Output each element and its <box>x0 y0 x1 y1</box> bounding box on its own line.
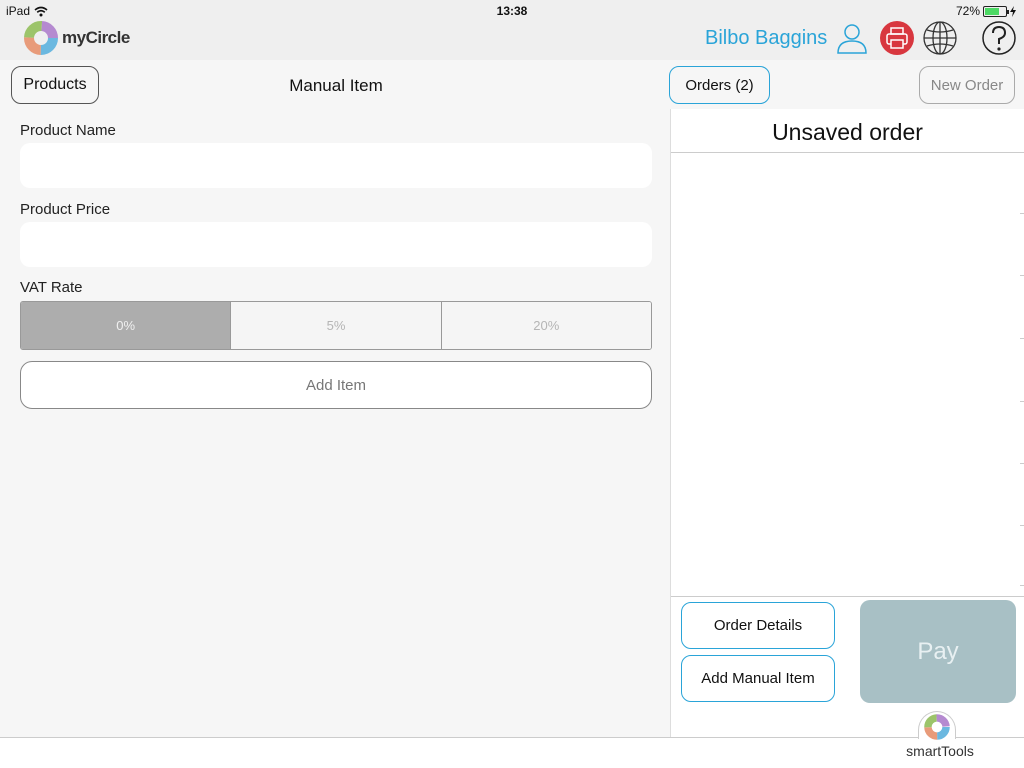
row-separator <box>1020 275 1024 276</box>
footer-bar <box>0 737 1024 768</box>
row-separator <box>1020 338 1024 339</box>
pay-button[interactable]: Pay <box>860 600 1016 703</box>
charging-icon <box>1010 5 1016 17</box>
smarttools-logo-icon <box>924 714 950 740</box>
status-bar: iPad 13:38 72% <box>0 0 1024 20</box>
smarttools-label[interactable]: smartTools <box>880 743 1000 759</box>
brand-name: myCircle <box>62 28 130 47</box>
product-price-label: Product Price <box>20 201 111 218</box>
order-panel: Unsaved order Order Details Add Manual I… <box>670 109 1024 738</box>
battery-icon <box>983 5 1009 17</box>
battery-percent: 72% <box>955 4 980 18</box>
mycircle-logo: myCircle <box>24 21 130 55</box>
app-header: myCircle Bilbo Baggins <box>0 20 1024 60</box>
vat-rate-label: VAT Rate <box>20 279 83 296</box>
nav-bar: Products Manual Item Orders (2) New Orde… <box>0 60 1024 110</box>
vat-option-0[interactable]: 0% <box>21 302 232 349</box>
row-separator <box>1020 463 1024 464</box>
add-manual-item-button[interactable]: Add Manual Item <box>681 655 835 702</box>
row-separator <box>1020 213 1024 214</box>
row-separator <box>1020 585 1024 586</box>
add-item-button[interactable]: Add Item <box>20 361 652 409</box>
products-button[interactable]: Products <box>11 66 99 104</box>
vat-option-5[interactable]: 5% <box>231 302 442 349</box>
mycircle-logo-icon <box>24 21 58 55</box>
printer-icon[interactable] <box>879 20 915 56</box>
row-separator <box>1020 401 1024 402</box>
user-name[interactable]: Bilbo Baggins <box>705 27 827 50</box>
row-separator <box>1020 525 1024 526</box>
new-order-button[interactable]: New Order <box>919 66 1015 104</box>
product-name-label: Product Name <box>20 122 116 139</box>
product-name-input[interactable] <box>20 143 652 188</box>
globe-icon[interactable] <box>922 20 958 56</box>
order-items-list[interactable] <box>671 153 1024 596</box>
vat-option-20[interactable]: 20% <box>441 302 651 349</box>
vat-rate-selector: 0% 5% 20% <box>20 301 652 350</box>
order-title: Unsaved order <box>772 119 923 145</box>
page-title: Manual Item <box>289 76 383 95</box>
order-details-button[interactable]: Order Details <box>681 602 835 649</box>
orders-button[interactable]: Orders (2) <box>669 66 770 104</box>
user-icon[interactable] <box>834 20 870 56</box>
smarttools-tab[interactable] <box>918 711 956 740</box>
status-time: 13:38 <box>496 4 528 18</box>
order-actions-divider <box>671 596 1024 597</box>
product-price-input[interactable] <box>20 222 652 267</box>
help-icon[interactable] <box>981 20 1017 56</box>
